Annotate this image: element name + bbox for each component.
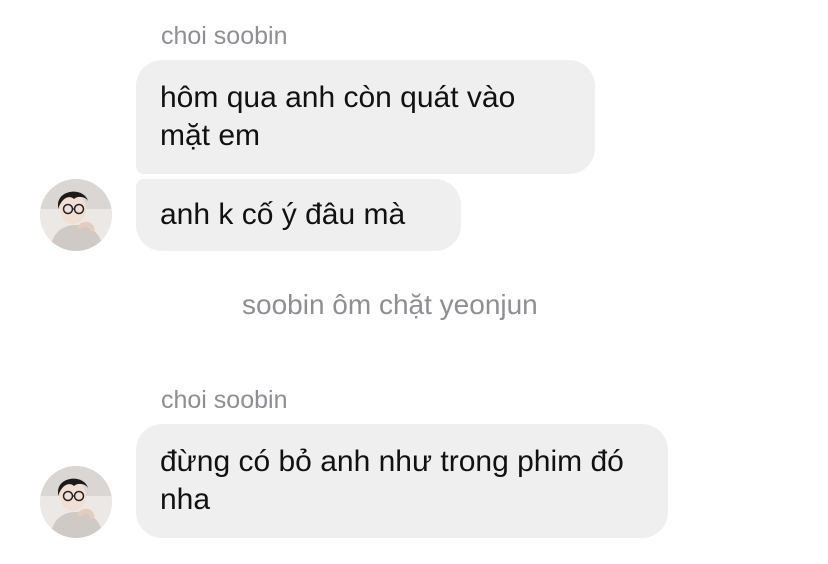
system-action-note: soobin ôm chặt yeonjun (242, 289, 538, 320)
sender-name: choi soobin (161, 386, 288, 414)
message-text: đừng có bỏ anh như trong phim đó nha (160, 445, 624, 516)
profile-photo-avatar-icon (40, 179, 112, 251)
message-bubble[interactable]: đừng có bỏ anh như trong phim đó nha (136, 424, 668, 538)
message-bubble[interactable]: hôm qua anh còn quát vào mặt em (136, 60, 595, 174)
avatar[interactable] (40, 466, 112, 538)
profile-photo-avatar-icon (40, 466, 112, 538)
message-text: anh k cố ý đâu mà (160, 198, 406, 231)
sender-name: choi soobin (161, 22, 288, 50)
avatar[interactable] (40, 179, 112, 251)
message-bubble[interactable]: anh k cố ý đâu mà (136, 179, 461, 251)
message-text: hôm qua anh còn quát vào mặt em (160, 81, 516, 152)
